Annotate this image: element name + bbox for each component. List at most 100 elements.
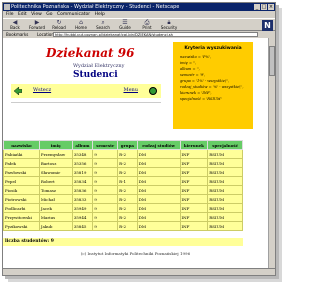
- table-cell: R-2: [117, 158, 138, 168]
- menu-communicator[interactable]: Communicator: [57, 12, 90, 17]
- students-table: nazwisko imię album semestr grupa rodzaj…: [3, 140, 243, 231]
- window-controls: _ □ ×: [254, 4, 274, 10]
- table-cell: 35834: [71, 176, 94, 186]
- home-button[interactable]: ⌂ Home: [71, 19, 91, 31]
- close-icon[interactable]: ×: [268, 4, 274, 10]
- table-row: Pabiańki Przemysław 35348 9 R-2 DM INF RSIUM: [3, 149, 243, 159]
- column-header: rodzaj studiów: [136, 140, 181, 150]
- table-cell: DM: [136, 221, 181, 231]
- table-cell: DM: [136, 149, 181, 159]
- table-cell: R-2: [117, 185, 138, 195]
- table-cell: Bartosz: [38, 158, 73, 168]
- table-cell: INF: [179, 176, 209, 186]
- guide-button[interactable]: ☰ Guide: [115, 19, 135, 31]
- column-header: kierunek: [179, 140, 209, 150]
- table-cell: Jacek: [38, 203, 73, 213]
- back-button[interactable]: ◀ Back: [5, 19, 25, 31]
- back-arrow-icon[interactable]: [14, 87, 22, 95]
- url-field[interactable]: http://hubbi.put.poznan.pl/dziekanat/cgi…: [53, 32, 258, 37]
- table-cell: R-2: [117, 149, 138, 159]
- table-row: Pyzikowski Jakub 35845 9 R-2 DM INF RSIUM: [3, 221, 243, 231]
- table-cell: INF: [179, 185, 209, 195]
- menu-help[interactable]: Help: [95, 12, 105, 17]
- table-cell: Tomasz: [38, 185, 73, 195]
- table-row: Pawłowski Sławomir 35819 9 R-2 DM INF RSIUM: [3, 167, 243, 177]
- table-cell: DM: [136, 167, 181, 177]
- table-row: Pałek Bartosz 35356 9 R-2 DM INF RSIUM: [3, 158, 243, 168]
- table-cell: 9: [92, 185, 119, 195]
- table-cell: R-2: [117, 203, 138, 213]
- table-cell: R-2: [117, 212, 138, 222]
- table-row: Pepel Robert 35834 9 R-1 DM INF RSIUM: [3, 176, 243, 186]
- table-cell: Przywitowski: [3, 212, 40, 222]
- scrollbar-thumb[interactable]: [269, 46, 275, 76]
- table-cell: RSIUM: [207, 212, 243, 222]
- table-cell: RSIUM: [207, 221, 243, 231]
- table-cell: RSIUM: [207, 167, 243, 177]
- forward-button[interactable]: ▶ Forward: [27, 19, 47, 31]
- table-cell: INF: [179, 158, 209, 168]
- table-cell: 35833: [71, 194, 94, 204]
- table-cell: 9: [92, 221, 119, 231]
- window-title: Politechnika Poznańska - Wydział Elektry…: [11, 4, 180, 10]
- table-cell: RSIUM: [207, 194, 243, 204]
- table-cell: Przemysław: [38, 149, 73, 159]
- back-link[interactable]: Wstecz: [33, 87, 51, 93]
- title-bar: Politechnika Poznańska - Wydział Elektry…: [3, 3, 275, 11]
- criteria-title: Kryteria wyszukiwania: [184, 46, 242, 51]
- table-cell: RSIUM: [207, 158, 243, 168]
- table-cell: DM: [136, 212, 181, 222]
- table-cell: RSIUM: [207, 203, 243, 213]
- menu-view[interactable]: View: [31, 12, 42, 17]
- table-cell: DM: [136, 203, 181, 213]
- table-cell: 9: [92, 176, 119, 186]
- criteria-list: nazwisko = 'P%', imię = '', album = '', …: [180, 54, 244, 102]
- reload-button[interactable]: ↻ Reload: [49, 19, 69, 31]
- table-cell: 9: [92, 194, 119, 204]
- maximize-icon[interactable]: □: [261, 4, 267, 10]
- table-row: Przywitowski Marius 35944 9 R-2 DM INF RSIUM: [3, 212, 243, 222]
- print-button[interactable]: ⎙ Print: [137, 19, 157, 31]
- table-cell: RSIUM: [207, 149, 243, 159]
- app-icon: [4, 4, 10, 10]
- table-row: Podlicarbi Jacek 35949 9 R-2 DM INF RSIUM: [3, 203, 243, 213]
- table-cell: R-2: [117, 221, 138, 231]
- table-cell: INF: [179, 203, 209, 213]
- table-row: Piotrowski Michał 35833 9 R-2 DM INF RSIUM: [3, 194, 243, 204]
- table-cell: DM: [136, 194, 181, 204]
- page-footer: (c) Instytut Informatyki Politechniki Po…: [80, 251, 191, 256]
- minimize-icon[interactable]: _: [254, 4, 260, 10]
- table-cell: 35845: [71, 221, 94, 231]
- bookmarks-button[interactable]: Bookmarks: [6, 31, 28, 38]
- security-button[interactable]: 🔒︎ Security: [159, 19, 179, 31]
- menu-file[interactable]: File: [6, 12, 14, 17]
- menu-edit[interactable]: Edit: [18, 12, 27, 17]
- criteria-line: specjalność = 'RSIUM': [180, 97, 222, 101]
- vertical-scrollbar[interactable]: [268, 38, 275, 275]
- table-cell: Robert: [38, 176, 73, 186]
- menu-go[interactable]: Go: [46, 12, 52, 17]
- table-cell: 9: [92, 212, 119, 222]
- table-cell: Piosik: [3, 185, 40, 195]
- menu-link[interactable]: Menu: [123, 87, 138, 93]
- table-cell: Jakub: [38, 221, 73, 231]
- table-row: Piosik Tomasz 35836 9 R-2 DM INF RSIUM: [3, 185, 243, 195]
- location-bar: Bookmarks Location: http://hubbi.put.poz…: [3, 31, 275, 38]
- table-cell: 9: [92, 158, 119, 168]
- page-title: Dziekanat 96: [46, 46, 135, 60]
- faculty-name: Wydział Elektryczny: [73, 63, 125, 69]
- netscape-logo-icon[interactable]: N: [262, 20, 273, 31]
- table-body: Pabiańki Przemysław 35348 9 R-2 DM INF RSIUM Pał…: [3, 149, 243, 231]
- status-bar: [3, 268, 275, 275]
- column-header: semestr: [92, 140, 119, 150]
- table-cell: 35819: [71, 167, 94, 177]
- table-cell: R-2: [117, 194, 138, 204]
- table-cell: DM: [136, 158, 181, 168]
- search-button[interactable]: ⌕ Search: [93, 19, 113, 31]
- column-header: grupa: [117, 140, 138, 150]
- table-cell: INF: [179, 167, 209, 177]
- column-header: imię: [38, 140, 73, 150]
- table-cell: DM: [136, 176, 181, 186]
- table-cell: Pepel: [3, 176, 40, 186]
- menu-circle-icon[interactable]: [149, 87, 157, 95]
